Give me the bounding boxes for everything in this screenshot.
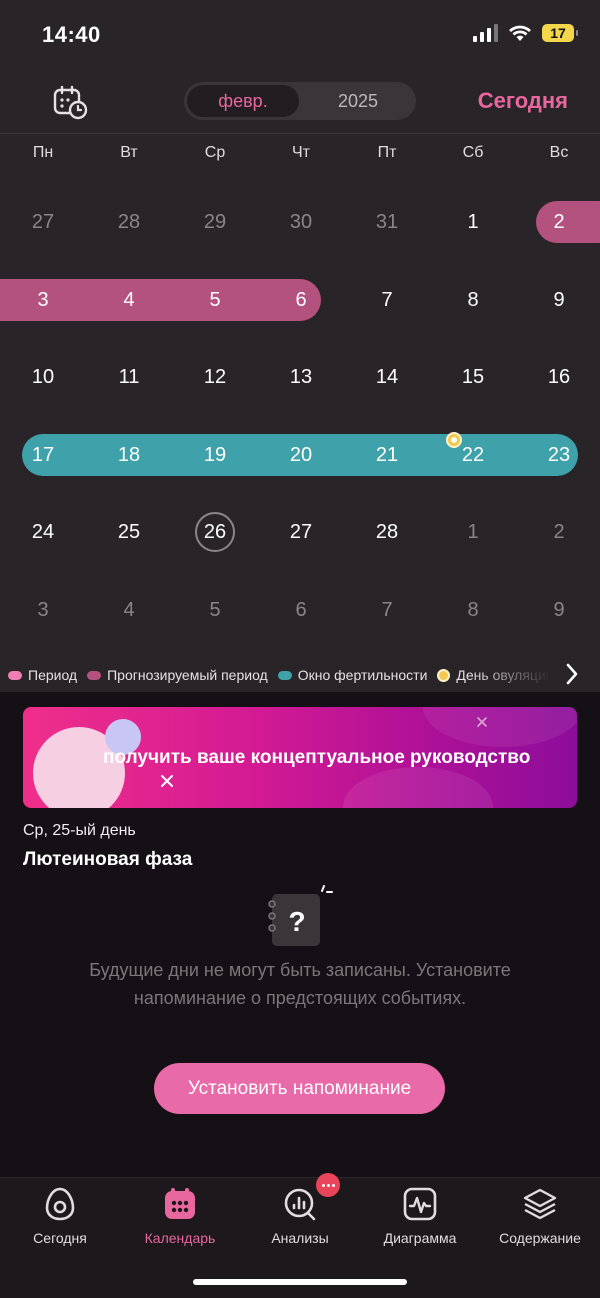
calendar-day[interactable]: 18 [86, 434, 172, 476]
nav-label: Анализы [271, 1230, 329, 1246]
legend-label: Окно фертильности [297, 667, 428, 683]
calendar-day[interactable]: 21 [344, 434, 430, 476]
nav-label: Содержание [499, 1230, 581, 1246]
calendar-day[interactable]: 6 [258, 279, 344, 321]
calendar-day[interactable]: 5 [172, 589, 258, 631]
legend-swatch [277, 670, 292, 680]
calendar-day[interactable]: 1 [430, 201, 516, 243]
calendar-day[interactable]: 4 [86, 589, 172, 631]
guide-banner[interactable]: получить ваше концептуальное руководство [23, 707, 577, 808]
nav-item-today[interactable]: Сегодня [0, 1178, 120, 1258]
sparkle-icon [477, 717, 487, 727]
calendar-day[interactable]: 27 [258, 511, 344, 553]
calendar-day[interactable]: 19 [172, 434, 258, 476]
selected-day-info: Ср, 25-ый день [23, 822, 136, 839]
calendar-day[interactable]: 1 [430, 511, 516, 553]
calendar-day[interactable]: 24 [0, 511, 86, 553]
banner-text: получить ваше концептуальное руководство [103, 747, 531, 768]
calendar-day[interactable]: 26 [172, 511, 258, 553]
nav-item-calendar[interactable]: Календарь [120, 1178, 240, 1258]
legend-item: Окно фертильности [277, 667, 428, 683]
calendar-day[interactable]: 9 [516, 279, 600, 321]
calendar-legend: Период Прогнозируемый период Окно фертильн… [8, 664, 548, 686]
calendar-day[interactable]: 7 [344, 279, 430, 321]
calendar-day[interactable]: 11 [86, 356, 172, 398]
calendar-day[interactable]: 5 [172, 279, 258, 321]
cycle-phase: Лютеиновая фаза [23, 849, 193, 870]
nav-item-analysis[interactable]: Анализы [240, 1178, 360, 1258]
calendar-day[interactable]: 30 [258, 201, 344, 243]
calendar-day[interactable]: 7 [344, 589, 430, 631]
calendar-day[interactable]: 28 [344, 511, 430, 553]
calendar-day[interactable]: 14 [344, 356, 430, 398]
calendar-day[interactable]: 29 [172, 201, 258, 243]
banner-decoration [343, 767, 493, 808]
legend-swatch [87, 670, 102, 680]
banner-decoration [423, 707, 577, 747]
calendar-day[interactable]: 12 [172, 356, 258, 398]
calendar-day[interactable]: 20 [258, 434, 344, 476]
calendar-day[interactable]: 27 [0, 201, 86, 243]
calendar-day[interactable]: 17 [0, 434, 86, 476]
chevron-right-icon[interactable] [562, 660, 582, 688]
set-reminder-button[interactable]: Установить напоминание [154, 1063, 445, 1114]
calendar-day[interactable]: 3 [0, 279, 86, 321]
calendar-day[interactable]: 13 [258, 356, 344, 398]
calendar-day[interactable]: 8 [430, 589, 516, 631]
legend-label: Прогнозируемый период [107, 667, 268, 683]
calendar-day[interactable]: 9 [516, 589, 600, 631]
chart-icon [403, 1187, 437, 1221]
calendar-day[interactable]: 28 [86, 201, 172, 243]
sparkle-icon [161, 775, 173, 787]
nav-label: Календарь [144, 1230, 216, 1246]
legend-fade [470, 662, 550, 688]
calendar-day[interactable]: 10 [0, 356, 86, 398]
calendar-day[interactable]: 15 [430, 356, 516, 398]
calendar-day[interactable]: 8 [430, 279, 516, 321]
calendar-day[interactable]: 31 [344, 201, 430, 243]
empty-state-text: Будущие дни не могут быть записаны. Уста… [89, 960, 511, 1008]
legend-item: Прогнозируемый период [87, 667, 268, 683]
calendar-day[interactable]: 2 [516, 511, 600, 553]
egg-icon [45, 1187, 75, 1221]
legend-swatch [8, 670, 22, 680]
calendar-day[interactable]: 4 [86, 279, 172, 321]
calendar-day[interactable]: 22 [430, 434, 516, 476]
calendar-day[interactable]: 6 [258, 589, 344, 631]
nav-item-content[interactable]: Содержание [480, 1178, 600, 1258]
layers-icon [523, 1188, 557, 1220]
calendar-day[interactable]: 23 [516, 434, 600, 476]
calendar-day[interactable]: 3 [0, 589, 86, 631]
calendar-grid: 27 28 29 30 31 1 2 3 4 5 6 7 8 9 10 11 12 13 14 15 16 17 18 19 2… [0, 0, 600, 692]
notification-badge [316, 1173, 340, 1197]
nav-item-chart[interactable]: Диаграмма [360, 1178, 480, 1258]
home-indicator[interactable] [193, 1279, 407, 1285]
legend-label: Период [28, 667, 78, 683]
analysis-icon [284, 1188, 316, 1221]
legend-item: Период [8, 667, 77, 683]
question-notebook-icon: ? [268, 885, 333, 946]
ovulation-icon [437, 668, 451, 682]
calendar-day[interactable]: 25 [86, 511, 172, 553]
calendar-day[interactable]: 16 [516, 356, 600, 398]
calendar-day[interactable]: 2 [516, 201, 600, 243]
calendar-icon [165, 1188, 195, 1219]
svg-text:?: ? [288, 906, 305, 937]
nav-label: Диаграмма [383, 1230, 457, 1246]
nav-label: Сегодня [33, 1230, 87, 1246]
